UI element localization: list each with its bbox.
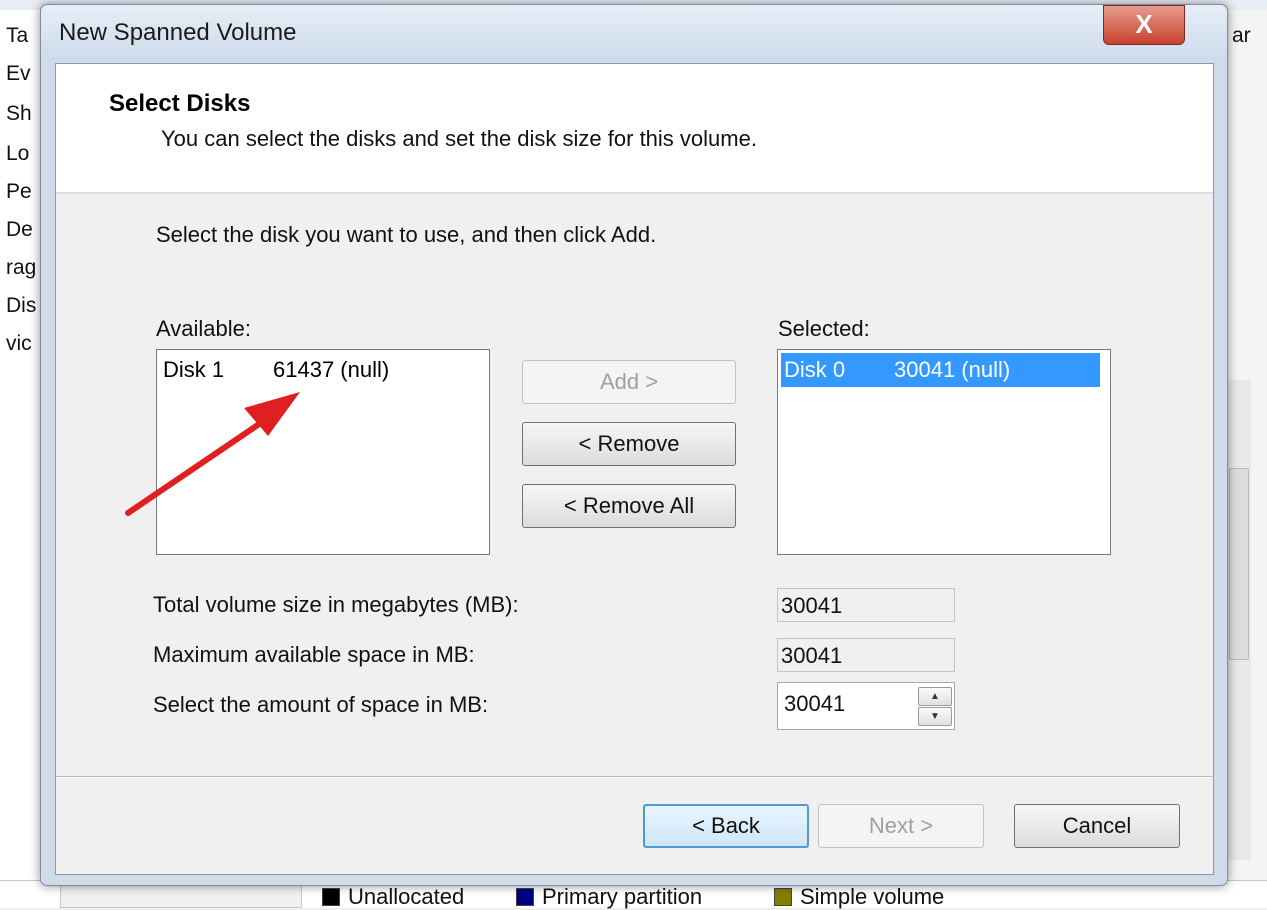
legend-swatch bbox=[774, 888, 792, 906]
background-scrollbar-thumb[interactable] bbox=[1229, 468, 1249, 660]
legend-item-primary: Primary partition bbox=[516, 884, 702, 910]
page-subtitle: You can select the disks and set the dis… bbox=[161, 126, 757, 151]
amount-label: Select the amount of space in MB: bbox=[153, 692, 489, 717]
wizard-header: Select Disks You can select the disks an… bbox=[56, 64, 1213, 194]
legend-scroll-area[interactable] bbox=[60, 884, 302, 908]
close-button[interactable]: X bbox=[1103, 5, 1185, 45]
spin-up-button[interactable]: ▲ bbox=[918, 687, 952, 706]
amount-input[interactable]: 30041 bbox=[784, 691, 845, 717]
bg-left-item[interactable]: vic bbox=[6, 332, 32, 356]
legend-label: Unallocated bbox=[348, 884, 465, 909]
remove-all-button[interactable]: < Remove All bbox=[522, 484, 736, 528]
bg-left-item[interactable]: Ev bbox=[6, 62, 31, 86]
legend-swatch bbox=[516, 888, 534, 906]
list-item[interactable]: Disk 0 30041 (null) bbox=[781, 353, 1100, 387]
max-space-label: Maximum available space in MB: bbox=[153, 642, 475, 667]
disk-name: Disk 1 bbox=[163, 357, 225, 382]
disk-info: 30041 (null) bbox=[894, 357, 1011, 382]
amount-stepper[interactable]: 30041 ▲ ▼ bbox=[777, 682, 955, 730]
bg-left-item[interactable]: Dis bbox=[6, 294, 36, 318]
dialog-title: New Spanned Volume bbox=[59, 19, 297, 46]
footer-divider bbox=[56, 776, 1213, 778]
bg-left-item[interactable]: Lo bbox=[6, 142, 29, 166]
legend-label: Primary partition bbox=[542, 884, 703, 909]
bg-left-item[interactable]: Pe bbox=[6, 180, 32, 204]
available-label: Available: bbox=[156, 316, 251, 341]
spin-down-button[interactable]: ▼ bbox=[918, 707, 952, 726]
selected-label: Selected: bbox=[778, 316, 870, 341]
back-button[interactable]: < Back bbox=[643, 804, 809, 848]
legend-item-unallocated: Unallocated bbox=[322, 884, 464, 910]
instruction-text: Select the disk you want to use, and the… bbox=[156, 222, 657, 247]
dialog-titlebar[interactable]: New Spanned Volume X bbox=[41, 5, 1227, 61]
bg-left-item[interactable]: Sh bbox=[6, 102, 32, 126]
legend-label: Simple volume bbox=[800, 884, 945, 909]
cancel-button[interactable]: Cancel bbox=[1014, 804, 1180, 848]
disk-name: Disk 0 bbox=[784, 357, 846, 382]
next-button[interactable]: Next > bbox=[818, 804, 984, 848]
add-button[interactable]: Add > bbox=[522, 360, 736, 404]
bg-left-item[interactable]: De bbox=[6, 218, 33, 242]
available-disks-list[interactable]: Disk 1 61437 (null) bbox=[156, 349, 490, 555]
background-left-pane: Ta Ev Sh Lo Pe De rag Dis vic bbox=[0, 10, 42, 870]
dialog-client-area: Select Disks You can select the disks an… bbox=[55, 63, 1214, 875]
selected-disks-list[interactable]: Disk 0 30041 (null) bbox=[777, 349, 1111, 555]
disk-info: 61437 (null) bbox=[273, 357, 390, 382]
bg-right-text: ar bbox=[1232, 24, 1251, 47]
total-size-label: Total volume size in megabytes (MB): bbox=[153, 592, 519, 617]
new-spanned-volume-dialog: New Spanned Volume X Select Disks You ca… bbox=[40, 4, 1228, 886]
max-space-field: 30041 bbox=[777, 638, 955, 672]
bg-left-item[interactable]: Ta bbox=[6, 24, 28, 48]
bg-left-item[interactable]: rag bbox=[6, 256, 36, 280]
list-item[interactable]: Disk 1 61437 (null) bbox=[160, 353, 389, 387]
remove-button[interactable]: < Remove bbox=[522, 422, 736, 466]
total-size-field: 30041 bbox=[777, 588, 955, 622]
legend-item-simple: Simple volume bbox=[774, 884, 944, 910]
page-title: Select Disks bbox=[109, 90, 251, 117]
legend-swatch bbox=[322, 888, 340, 906]
